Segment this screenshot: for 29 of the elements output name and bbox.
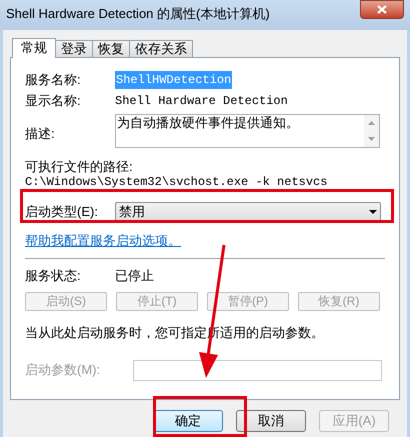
- help-link[interactable]: 帮助我配置服务启动选项。: [25, 231, 181, 250]
- field-label: 可执行文件的路径:: [25, 159, 134, 175]
- start-parameters-field[interactable]: [133, 360, 382, 380]
- tab[interactable]: 常规: [12, 38, 56, 58]
- service-status-value: 已停止: [115, 266, 154, 285]
- scroll-up-icon[interactable]: [368, 121, 375, 125]
- tab[interactable]: 登录: [55, 40, 93, 57]
- display-name-value: Shell Hardware Detection: [115, 93, 288, 110]
- tab[interactable]: 恢复: [92, 40, 130, 57]
- scroll-down-icon[interactable]: [368, 137, 375, 141]
- close-button[interactable]: [360, 0, 404, 19]
- field-label: 显示名称:: [25, 92, 82, 110]
- field-label: 服务状态:: [25, 266, 82, 285]
- field-label: 服务名称:: [25, 71, 82, 90]
- field-label: 描述:: [25, 125, 56, 143]
- dropdown-caret-icon: [369, 210, 377, 214]
- dialog-button[interactable]: 取消: [236, 410, 306, 432]
- description-field[interactable]: 为自动播放硬件事件提供通知。: [115, 114, 380, 148]
- window-title: Shell Hardware Detection 的属性(本地计算机): [6, 5, 270, 23]
- scrollbar[interactable]: [364, 115, 379, 147]
- dialog-button[interactable]: 确定: [153, 410, 223, 432]
- close-icon: [377, 5, 387, 14]
- service-name-value: ShellHWDetection: [115, 71, 232, 89]
- tab[interactable]: 依存关系: [129, 40, 193, 57]
- description-text: 为自动播放硬件事件提供通知。: [116, 115, 299, 132]
- field-label: 启动参数(M):: [25, 361, 102, 380]
- executable-path: C:\Windows\System32\svchost.exe -k netsvcs: [25, 175, 328, 190]
- startup-type-dropdown[interactable]: 禁用: [115, 202, 381, 222]
- field-label: 启动类型(E):: [25, 203, 99, 222]
